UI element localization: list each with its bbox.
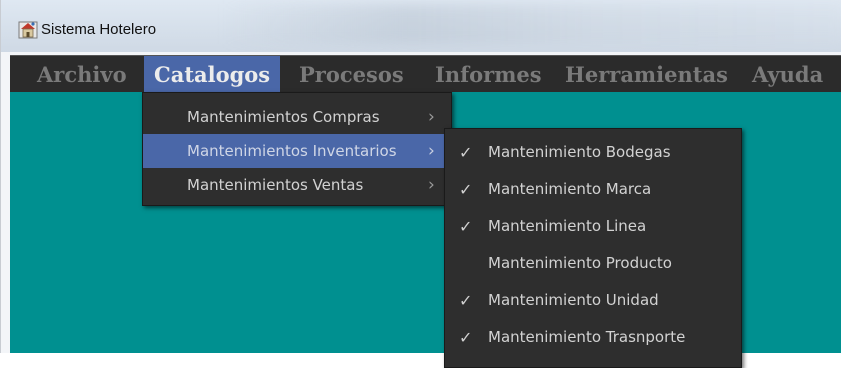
menu-herramientas[interactable]: Herramientas xyxy=(555,56,738,93)
menu-item-mantenimientos-compras[interactable]: Mantenimientos Compras › xyxy=(143,100,451,134)
menu-bar: Archivo Catalogos Procesos Informes Herr… xyxy=(10,55,841,93)
menu-informes[interactable]: Informes xyxy=(425,56,552,93)
check-icon: ✓ xyxy=(459,180,473,199)
check-icon: ✓ xyxy=(459,291,473,310)
chevron-right-icon: › xyxy=(428,175,435,195)
title-bar-background-blur xyxy=(221,4,841,44)
menu-item-label: Mantenimiento Linea xyxy=(488,217,647,235)
chevron-right-icon: › xyxy=(428,107,435,127)
menu-item-label: Mantenimiento Producto xyxy=(488,254,672,272)
menu-item-mantenimientos-inventarios[interactable]: Mantenimientos Inventarios › xyxy=(143,134,451,168)
menu-archivo[interactable]: Archivo xyxy=(27,56,137,93)
menu-item-mantenimiento-linea[interactable]: ✓ Mantenimiento Linea xyxy=(445,208,741,245)
check-icon: ✓ xyxy=(459,217,473,236)
application-window: Sistema Hotelero Archivo Catalogos Proce… xyxy=(0,0,841,368)
menu-item-mantenimiento-producto[interactable]: Mantenimiento Producto xyxy=(445,245,741,282)
menu-procesos[interactable]: Procesos xyxy=(289,56,414,93)
window-title: Sistema Hotelero xyxy=(41,21,157,38)
menu-item-mantenimiento-bodegas[interactable]: ✓ Mantenimiento Bodegas xyxy=(445,134,741,171)
title-bar[interactable]: Sistema Hotelero xyxy=(1,0,841,52)
menu-item-mantenimiento-marca[interactable]: ✓ Mantenimiento Marca xyxy=(445,171,741,208)
menu-item-label: Mantenimiento Trasnporte xyxy=(488,328,686,346)
menu-item-label: Mantenimiento Unidad xyxy=(488,291,659,309)
menu-ayuda[interactable]: Ayuda xyxy=(742,56,833,93)
catalogos-dropdown: Mantenimientos Compras › Mantenimientos … xyxy=(142,92,452,206)
menu-item-mantenimiento-unidad[interactable]: ✓ Mantenimiento Unidad xyxy=(445,282,741,319)
menu-item-label: Mantenimientos Inventarios xyxy=(187,142,397,160)
check-icon: ✓ xyxy=(459,143,473,162)
chevron-right-icon: › xyxy=(428,141,435,161)
menu-item-label: Mantenimientos Ventas xyxy=(187,176,364,194)
app-icon[interactable] xyxy=(18,20,38,40)
menu-item-label: Mantenimientos Compras xyxy=(187,108,380,126)
inventarios-submenu: ✓ Mantenimiento Bodegas ✓ Mantenimiento … xyxy=(444,128,742,368)
menu-item-label: Mantenimiento Marca xyxy=(488,180,652,198)
menu-item-mantenimientos-ventas[interactable]: Mantenimientos Ventas › xyxy=(143,168,451,202)
menu-item-label: Mantenimiento Bodegas xyxy=(488,143,671,161)
menu-catalogos[interactable]: Catalogos xyxy=(144,56,281,93)
check-icon: ✓ xyxy=(459,328,473,347)
menu-item-mantenimiento-trasnporte[interactable]: ✓ Mantenimiento Trasnporte xyxy=(445,319,741,356)
